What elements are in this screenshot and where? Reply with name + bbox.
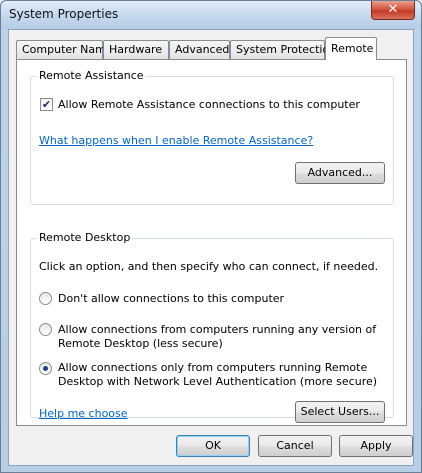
radio-dont-allow-label[interactable]: Don't allow connections to this computer: [58, 292, 284, 305]
select-users-button[interactable]: Select Users...: [295, 401, 385, 423]
ok-button[interactable]: OK: [176, 435, 250, 457]
remote-desktop-instruction: Click an option, and then specify who ca…: [39, 260, 379, 273]
remote-desktop-legend: Remote Desktop: [37, 231, 133, 244]
remote-tab-panel: Remote Assistance ✔ Allow Remote Assista…: [16, 59, 407, 426]
radio-allow-nla-only[interactable]: [39, 362, 52, 375]
tab-remote[interactable]: Remote: [325, 37, 377, 60]
window-title: System Properties: [9, 7, 119, 21]
system-properties-window: System Properties ✕ Computer Name Hardwa…: [0, 0, 422, 473]
remote-assistance-legend: Remote Assistance: [37, 69, 146, 82]
radio-allow-any-version-label-line1[interactable]: Allow connections from computers running…: [58, 323, 376, 336]
radio-allow-any-version-label-line2[interactable]: Remote Desktop (less secure): [58, 337, 223, 350]
tab-hardware[interactable]: Hardware: [103, 40, 169, 59]
advanced-button[interactable]: Advanced...: [295, 162, 385, 184]
tab-system-protection[interactable]: System Protection: [230, 40, 336, 59]
cancel-button[interactable]: Cancel: [258, 435, 332, 457]
remote-assistance-help-link[interactable]: What happens when I enable Remote Assist…: [39, 134, 313, 147]
radio-allow-nla-only-label-line1[interactable]: Allow connections only from computers ru…: [58, 361, 367, 374]
dialog-body: Computer Name Hardware Advanced System P…: [8, 29, 414, 466]
apply-button[interactable]: Apply: [339, 435, 413, 457]
remote-assistance-group: Remote Assistance ✔ Allow Remote Assista…: [30, 69, 394, 205]
help-me-choose-link[interactable]: Help me choose: [39, 407, 128, 420]
title-bar[interactable]: System Properties ✕: [1, 1, 421, 29]
close-icon[interactable]: ✕: [371, 1, 415, 20]
allow-remote-assistance-label[interactable]: Allow Remote Assistance connections to t…: [58, 98, 360, 111]
radio-allow-any-version[interactable]: [39, 323, 52, 336]
tab-computer-name[interactable]: Computer Name: [16, 40, 113, 59]
tab-advanced[interactable]: Advanced: [169, 40, 230, 59]
remote-desktop-group: Remote Desktop Click an option, and then…: [30, 231, 394, 423]
radio-dont-allow[interactable]: [39, 292, 52, 305]
allow-remote-assistance-checkbox[interactable]: ✔: [40, 98, 53, 111]
radio-allow-nla-only-label-line2[interactable]: Desktop with Network Level Authenticatio…: [58, 375, 377, 388]
